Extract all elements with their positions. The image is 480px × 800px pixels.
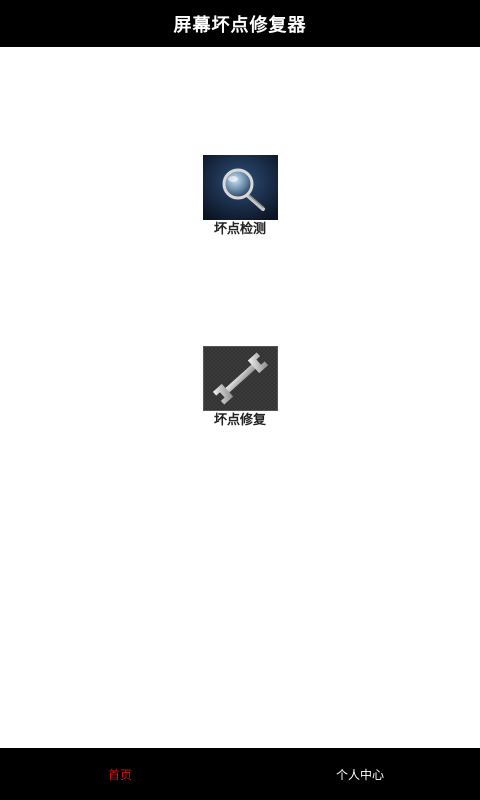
main-content: 坏点检测 坏点修复 — [0, 47, 480, 748]
nav-profile-tab[interactable]: 个人中心 — [240, 748, 480, 800]
nav-home-tab[interactable]: 首页 — [0, 748, 240, 800]
wrench-icon — [202, 346, 278, 411]
pixel-repair-button[interactable]: 坏点修复 — [190, 346, 290, 429]
bottom-nav: 首页 个人中心 — [0, 748, 480, 800]
title-bar: 屏幕坏点修复器 — [0, 0, 480, 47]
nav-profile-label: 个人中心 — [335, 767, 384, 782]
pixel-detect-button[interactable]: 坏点检测 — [190, 155, 290, 238]
nav-home-label: 首页 — [107, 767, 132, 782]
pixel-detect-label: 坏点检测 — [213, 222, 266, 237]
app-title: 屏幕坏点修复器 — [173, 14, 307, 36]
pixel-repair-label: 坏点修复 — [213, 413, 266, 428]
magnifier-icon — [202, 155, 278, 220]
